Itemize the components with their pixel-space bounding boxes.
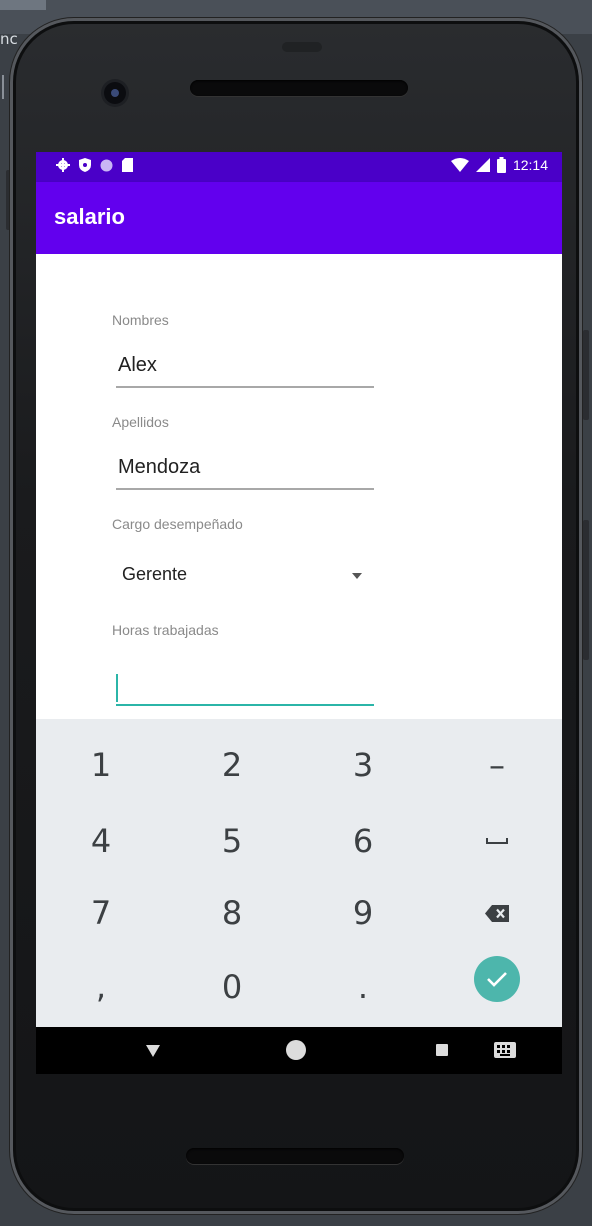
- status-time: 12:14: [512, 157, 548, 173]
- nombres-underline: [116, 386, 374, 388]
- app-bar: salario: [36, 182, 562, 254]
- app-title: salario: [54, 204, 125, 229]
- key-1[interactable]: 1: [36, 727, 166, 803]
- cargo-selected: Gerente: [122, 564, 188, 584]
- key-6[interactable]: 6: [298, 803, 428, 879]
- key-5[interactable]: 5: [167, 803, 297, 879]
- desktop-corner: [0, 0, 46, 10]
- sd-card-icon: [122, 158, 133, 172]
- backspace-icon: [485, 904, 509, 922]
- sensor-slot: [282, 42, 322, 52]
- horas-field[interactable]: [116, 670, 374, 706]
- key-4[interactable]: 4: [36, 803, 166, 879]
- cargo-spinner[interactable]: Gerente: [122, 560, 362, 592]
- recents-icon[interactable]: [436, 1044, 448, 1056]
- system-nav-bar: [36, 1027, 562, 1074]
- apellidos-value: Mendoza: [118, 456, 201, 478]
- home-icon[interactable]: [286, 1040, 306, 1060]
- key-comma[interactable]: ,: [36, 949, 166, 1025]
- horas-label: Horas trabajadas: [112, 622, 219, 638]
- key-2[interactable]: 2: [167, 727, 297, 803]
- nombres-value: Alex: [118, 354, 157, 376]
- shield-icon: [79, 158, 91, 172]
- bottom-speaker: [186, 1148, 404, 1164]
- key-0[interactable]: 0: [167, 949, 297, 1025]
- key-period[interactable]: .: [298, 949, 428, 1025]
- horas-underline: [116, 704, 374, 706]
- key-minus[interactable]: –: [432, 727, 562, 803]
- device-screen: 12:14 salario Nombres Alex Apellidos Men…: [36, 152, 562, 1074]
- key-9[interactable]: 9: [298, 875, 428, 951]
- key-backspace[interactable]: [432, 875, 562, 951]
- apellidos-underline: [116, 488, 374, 490]
- key-3[interactable]: 3: [298, 727, 428, 803]
- signal-icon: [475, 158, 490, 172]
- wifi-icon: [450, 158, 469, 172]
- text-cursor: [116, 674, 118, 702]
- nombres-label: Nombres: [112, 312, 169, 328]
- gear-icon: [56, 158, 70, 172]
- keyboard-switch-icon[interactable]: [494, 1042, 516, 1058]
- cargo-label: Cargo desempeñado: [112, 516, 243, 532]
- key-8[interactable]: 8: [167, 875, 297, 951]
- status-bar: 12:14: [36, 152, 562, 182]
- key-space[interactable]: [432, 803, 562, 879]
- battery-icon: [496, 157, 506, 173]
- dropdown-arrow-icon: [352, 573, 362, 579]
- front-camera: [104, 82, 126, 104]
- key-done[interactable]: [432, 941, 562, 1017]
- circle-icon: [100, 159, 113, 171]
- form-content: Nombres Alex Apellidos Mendoza Cargo des…: [36, 254, 562, 719]
- apellidos-label: Apellidos: [112, 414, 169, 430]
- done-button: [474, 956, 520, 1002]
- nombres-field[interactable]: Alex: [116, 352, 374, 388]
- desktop-label: nc: [0, 30, 18, 48]
- volume-button[interactable]: [583, 330, 589, 420]
- key-7[interactable]: 7: [36, 875, 166, 951]
- space-icon: [486, 838, 508, 844]
- earpiece-speaker: [190, 80, 408, 96]
- apellidos-field[interactable]: Mendoza: [116, 454, 374, 490]
- back-icon[interactable]: [146, 1045, 160, 1057]
- numeric-keyboard: 1 2 3 – 4 5 6 7 8 9 , 0 .: [36, 719, 562, 1027]
- done-check-icon: [487, 972, 507, 987]
- desktop-marker: [2, 75, 8, 99]
- power-button[interactable]: [583, 520, 589, 660]
